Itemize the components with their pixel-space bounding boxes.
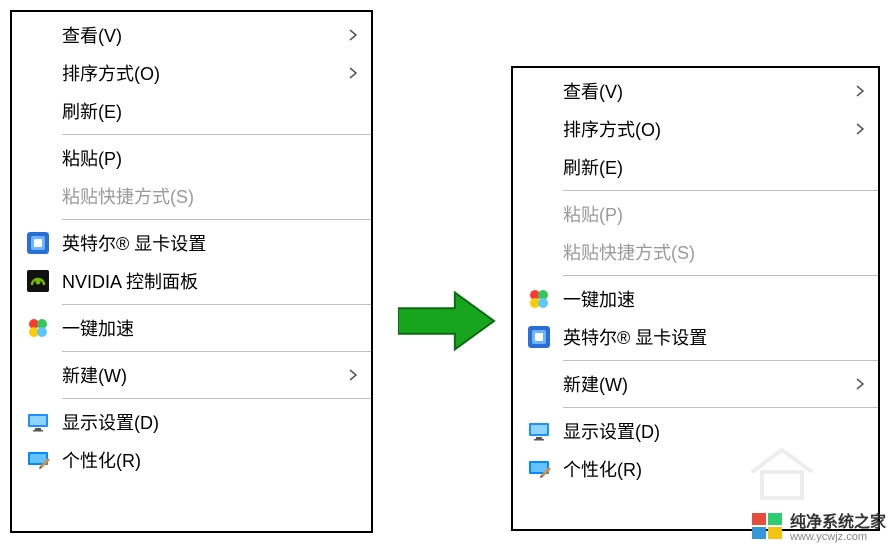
watermark-text: 纯净系统之家 www.ycwjz.com bbox=[790, 508, 886, 543]
menu-item-label: 粘贴快捷方式(S) bbox=[563, 239, 866, 265]
intel-graphics-icon bbox=[527, 325, 551, 349]
menu-item-label: 查看(V) bbox=[62, 22, 347, 48]
watermark-house-icon bbox=[742, 442, 822, 502]
menu-item-new[interactable]: 新建(W) bbox=[12, 356, 371, 394]
nvidia-icon bbox=[26, 269, 50, 293]
watermark-url: www.ycwjz.com bbox=[790, 532, 886, 543]
context-menu-after: 查看(V) 排序方式(O) 刷新(E) 粘贴(P) 粘贴快捷方式(S) 一键加速… bbox=[511, 66, 880, 531]
display-icon bbox=[26, 410, 50, 434]
menu-item-refresh[interactable]: 刷新(E) bbox=[12, 92, 371, 130]
menu-item-label: 排序方式(O) bbox=[563, 116, 854, 142]
intel-graphics-icon bbox=[26, 231, 50, 255]
menu-item-label: 英特尔® 显卡设置 bbox=[62, 230, 359, 256]
menu-separator bbox=[563, 360, 878, 361]
menu-item-view[interactable]: 查看(V) bbox=[12, 16, 371, 54]
menu-item-label: 一键加速 bbox=[62, 315, 359, 341]
menu-item-label: 个性化(R) bbox=[62, 447, 359, 473]
menu-item-sort[interactable]: 排序方式(O) bbox=[513, 110, 878, 148]
menu-item-label: 刷新(E) bbox=[563, 154, 866, 180]
menu-item-display-settings[interactable]: 显示设置(D) bbox=[513, 412, 878, 450]
menu-item-label: 查看(V) bbox=[563, 78, 854, 104]
chevron-right-icon bbox=[347, 67, 359, 79]
menu-separator bbox=[563, 407, 878, 408]
menu-item-view[interactable]: 查看(V) bbox=[513, 72, 878, 110]
menu-item-label: 粘贴快捷方式(S) bbox=[62, 183, 359, 209]
context-menu-before: 查看(V) 排序方式(O) 刷新(E) 粘贴(P) 粘贴快捷方式(S) 英特尔®… bbox=[10, 10, 373, 533]
display-icon bbox=[527, 419, 551, 443]
menu-item-intel-graphics[interactable]: 英特尔® 显卡设置 bbox=[12, 224, 371, 262]
menu-item-label: 新建(W) bbox=[62, 362, 347, 388]
menu-separator bbox=[62, 134, 371, 135]
menu-item-one-click-accelerate[interactable]: 一键加速 bbox=[513, 280, 878, 318]
menu-item-new[interactable]: 新建(W) bbox=[513, 365, 878, 403]
chevron-right-icon bbox=[854, 378, 866, 390]
menu-item-label: 粘贴(P) bbox=[62, 145, 359, 171]
watermark-title: 纯净系统之家 bbox=[790, 508, 886, 532]
chevron-right-icon bbox=[854, 85, 866, 97]
menu-separator bbox=[62, 398, 371, 399]
menu-item-refresh[interactable]: 刷新(E) bbox=[513, 148, 878, 186]
accelerate-icon bbox=[527, 287, 551, 311]
menu-item-label: 显示设置(D) bbox=[62, 409, 359, 435]
menu-separator bbox=[563, 275, 878, 276]
menu-item-paste-shortcut: 粘贴快捷方式(S) bbox=[513, 233, 878, 271]
watermark: 纯净系统之家 www.ycwjz.com bbox=[750, 508, 886, 543]
menu-item-intel-graphics[interactable]: 英特尔® 显卡设置 bbox=[513, 318, 878, 356]
personalize-icon bbox=[26, 448, 50, 472]
menu-item-display-settings[interactable]: 显示设置(D) bbox=[12, 403, 371, 441]
accelerate-icon bbox=[26, 316, 50, 340]
transition-arrow-icon bbox=[398, 290, 496, 352]
watermark-logo-icon bbox=[750, 511, 784, 541]
menu-separator bbox=[563, 190, 878, 191]
menu-item-label: 显示设置(D) bbox=[563, 418, 866, 444]
menu-item-label: 一键加速 bbox=[563, 286, 866, 312]
menu-item-label: NVIDIA 控制面板 bbox=[62, 268, 359, 294]
chevron-right-icon bbox=[347, 369, 359, 381]
menu-item-nvidia-control-panel[interactable]: NVIDIA 控制面板 bbox=[12, 262, 371, 300]
menu-separator bbox=[62, 351, 371, 352]
menu-item-sort[interactable]: 排序方式(O) bbox=[12, 54, 371, 92]
menu-item-personalize[interactable]: 个性化(R) bbox=[12, 441, 371, 479]
menu-item-label: 英特尔® 显卡设置 bbox=[563, 324, 866, 350]
chevron-right-icon bbox=[854, 123, 866, 135]
menu-item-label: 排序方式(O) bbox=[62, 60, 347, 86]
personalize-icon bbox=[527, 457, 551, 481]
menu-item-label: 粘贴(P) bbox=[563, 201, 866, 227]
menu-item-paste: 粘贴(P) bbox=[513, 195, 878, 233]
menu-separator bbox=[62, 304, 371, 305]
menu-separator bbox=[62, 219, 371, 220]
menu-item-one-click-accelerate[interactable]: 一键加速 bbox=[12, 309, 371, 347]
menu-item-paste[interactable]: 粘贴(P) bbox=[12, 139, 371, 177]
menu-item-paste-shortcut: 粘贴快捷方式(S) bbox=[12, 177, 371, 215]
menu-item-label: 刷新(E) bbox=[62, 98, 359, 124]
chevron-right-icon bbox=[347, 29, 359, 41]
menu-item-label: 新建(W) bbox=[563, 371, 854, 397]
menu-item-personalize[interactable]: 个性化(R) bbox=[513, 450, 878, 488]
